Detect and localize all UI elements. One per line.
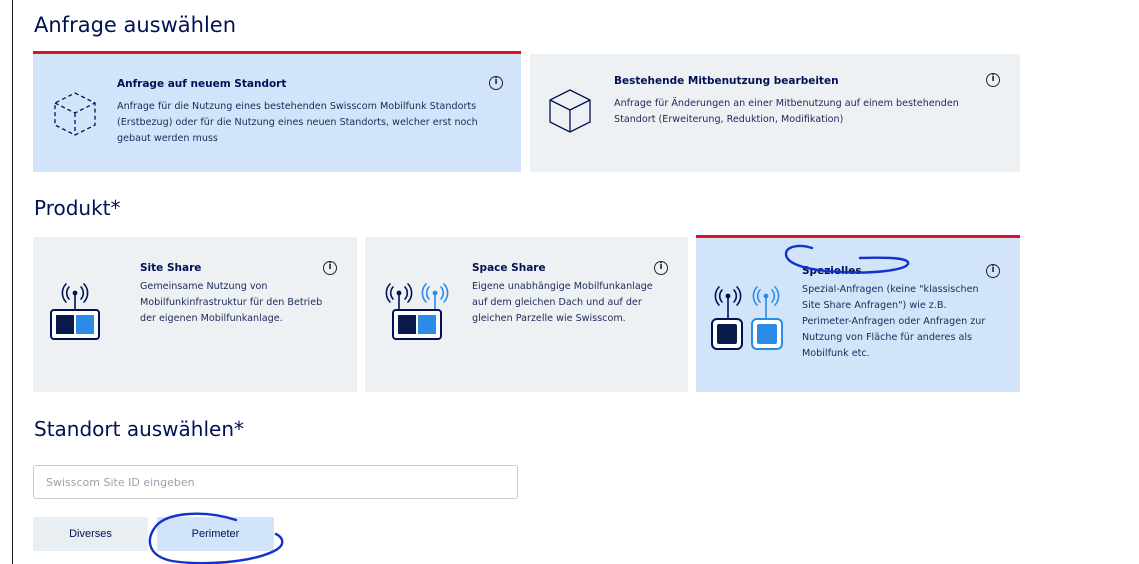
anfrage-card-desc: Anfrage für Änderungen an einer Mitbenut… [614,98,959,125]
anfrage-card-title: Bestehende Mitbenutzung bearbeiten [614,75,839,87]
produkt-card-title: Spezielles [802,265,862,277]
produkt-card-title: Space Share [472,262,546,274]
anfrage-card-title: Anfrage auf neuem Standort [117,78,287,90]
produkt-card-desc: Gemeinsame Nutzung von Mobilfunkinfrastr… [140,281,323,324]
anfrage-card-mitbenutzung[interactable]: Bestehende Mitbenutzung bearbeiten Anfra… [530,54,1020,172]
section-title-standort: Standort auswählen* [34,417,244,441]
cube-icon [549,89,591,133]
perimeter-button[interactable]: Perimeter [157,517,274,551]
info-icon[interactable]: i [654,261,668,275]
dashed-cube-icon [54,92,96,136]
info-icon[interactable]: i [323,261,337,275]
single-antenna-icon [50,283,100,340]
section-title-anfrage: Anfrage auswählen [34,13,237,37]
double-antenna-icon [385,283,449,340]
anfrage-card-neuer-standort[interactable]: Anfrage auf neuem Standort Anfrage für d… [33,51,521,172]
section-title-produkt: Produkt* [34,196,121,220]
produkt-card-space-share[interactable]: Space Share Eigene unabhängige Mobilfunk… [365,237,688,392]
separate-antennas-icon [711,286,783,350]
diverses-button[interactable]: Diverses [33,517,148,551]
produkt-card-desc: Eigene unabhängige Mobilfunkanlage auf d… [472,281,653,324]
produkt-card-spezielles[interactable]: Spezielles Spezial-Anfragen (keine "klas… [696,235,1020,392]
site-id-input[interactable] [33,465,518,499]
info-icon[interactable]: i [489,76,503,90]
info-icon[interactable]: i [986,264,1000,278]
produkt-card-site-share[interactable]: Site Share Gemeinsame Nutzung von Mobilf… [33,237,357,392]
produkt-card-desc: Spezial-Anfragen (keine "klassischen Sit… [802,284,986,359]
info-icon[interactable]: i [986,73,1000,87]
anfrage-card-desc: Anfrage für die Nutzung eines bestehende… [117,101,478,144]
produkt-card-title: Site Share [140,262,202,274]
